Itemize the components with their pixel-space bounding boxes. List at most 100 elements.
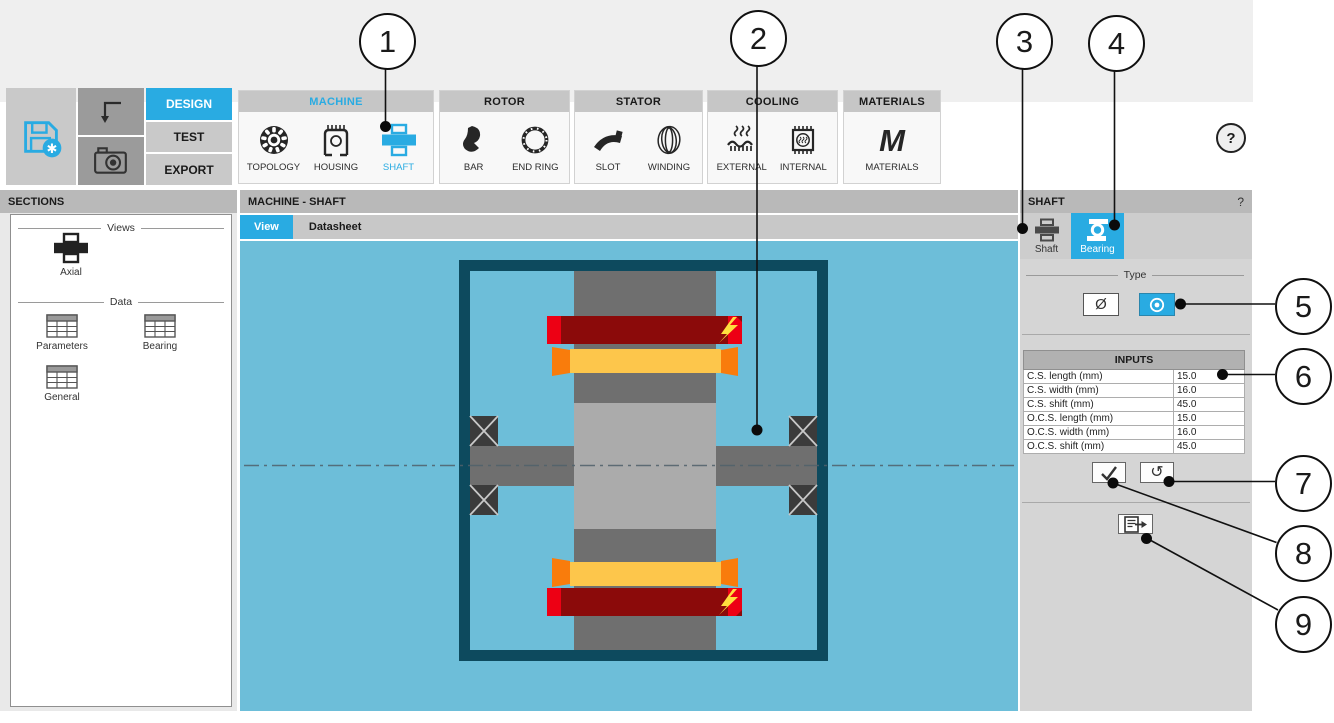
save-button[interactable]: ✱ bbox=[6, 88, 76, 185]
shaft-panel-title: SHAFT bbox=[1028, 196, 1065, 208]
shaft-tab-icon bbox=[1034, 218, 1060, 242]
input-value[interactable]: 16.0 bbox=[1174, 384, 1245, 398]
callout-5: 5 bbox=[1275, 278, 1332, 335]
undo-button[interactable] bbox=[78, 88, 144, 135]
tab-bearing-properties[interactable]: Bearing bbox=[1071, 213, 1124, 259]
shaft-panel-header: SHAFT ? bbox=[1020, 190, 1252, 213]
data-group-divider: Data bbox=[18, 296, 224, 308]
ribbon-item-housing[interactable]: HOUSING bbox=[308, 122, 364, 173]
shaft-panel: Shaft Bearing Type Ø I bbox=[1020, 213, 1252, 711]
slot-icon bbox=[591, 123, 625, 157]
ribbon-item-label: SLOT bbox=[596, 162, 621, 173]
table-icon bbox=[144, 314, 176, 338]
axial-view-icon bbox=[52, 232, 90, 264]
input-label: O.C.S. length (mm) bbox=[1024, 412, 1174, 426]
group-title-machine: MACHINE bbox=[239, 91, 433, 112]
sections-panel-title: SECTIONS bbox=[8, 196, 64, 208]
bearing-tab-icon bbox=[1085, 218, 1110, 242]
divider bbox=[1022, 334, 1250, 335]
reset-button[interactable]: ↺ bbox=[1140, 462, 1174, 483]
tab-shaft-properties[interactable]: Shaft bbox=[1022, 213, 1071, 259]
callout-2: 2 bbox=[730, 10, 787, 67]
sidebar-item-axial-view[interactable]: Axial bbox=[31, 232, 111, 278]
camera-button[interactable] bbox=[78, 137, 144, 185]
undo-icon bbox=[96, 97, 126, 127]
ribbon-group-machine: MACHINE bbox=[238, 90, 434, 184]
bearing-type-ball-button[interactable] bbox=[1139, 293, 1175, 316]
input-value[interactable]: 45.0 bbox=[1174, 398, 1245, 412]
ribbon-item-bar[interactable]: BAR bbox=[446, 122, 502, 173]
divider bbox=[1022, 502, 1250, 503]
input-value[interactable]: 45.0 bbox=[1174, 440, 1245, 454]
table-row: O.C.S. length (mm)15.0 bbox=[1024, 412, 1245, 426]
machine-axial-view-drawing bbox=[240, 241, 1018, 711]
tab-datasheet[interactable]: Datasheet bbox=[295, 215, 376, 239]
export-datasheet-button[interactable] bbox=[1118, 514, 1153, 534]
input-label: C.S. length (mm) bbox=[1024, 370, 1174, 384]
camera-icon bbox=[93, 145, 129, 177]
callout-4: 4 bbox=[1088, 15, 1145, 72]
panel-help-icon[interactable]: ? bbox=[1237, 195, 1244, 209]
end-ring-icon bbox=[518, 123, 552, 157]
input-value[interactable]: 15.0 bbox=[1174, 370, 1245, 384]
svg-text:✱: ✱ bbox=[46, 140, 57, 155]
general-data-label: General bbox=[44, 392, 80, 403]
ribbon-item-label: BAR bbox=[464, 162, 484, 173]
ribbon-item-topology[interactable]: TOPOLOGY bbox=[246, 122, 302, 173]
ribbon-group-materials: MATERIALS M MATERIALS bbox=[843, 90, 941, 184]
materials-icon: M bbox=[874, 123, 910, 157]
ribbon-item-internal-cooling[interactable]: INTERNAL bbox=[775, 122, 831, 173]
table-icon bbox=[46, 314, 78, 338]
ribbon-item-slot[interactable]: SLOT bbox=[580, 122, 636, 173]
ribbon-item-shaft[interactable]: SHAFT bbox=[371, 122, 427, 173]
views-group-label: Views bbox=[107, 222, 135, 234]
input-value[interactable]: 16.0 bbox=[1174, 426, 1245, 440]
callout-9: 9 bbox=[1275, 596, 1332, 653]
inputs-table: INPUTS C.S. length (mm)15.0 C.S. width (… bbox=[1023, 350, 1245, 454]
reset-icon: ↺ bbox=[1150, 465, 1163, 481]
ribbon-item-external-cooling[interactable]: EXTERNAL bbox=[714, 122, 770, 173]
main-tab-bar: View Datasheet bbox=[240, 215, 1018, 239]
winding-icon bbox=[652, 123, 686, 157]
group-title-cooling: COOLING bbox=[708, 91, 837, 112]
main-panel-header: MACHINE - SHAFT bbox=[240, 190, 1018, 213]
test-mode-button[interactable]: TEST bbox=[146, 122, 232, 152]
input-value[interactable]: 15.0 bbox=[1174, 412, 1245, 426]
sidebar-item-bearing-data[interactable]: Bearing bbox=[120, 314, 200, 352]
group-title-stator: STATOR bbox=[575, 91, 702, 112]
bottom-end-ring bbox=[552, 558, 738, 587]
input-label: O.C.S. shift (mm) bbox=[1024, 440, 1174, 454]
tab-view[interactable]: View bbox=[240, 215, 293, 239]
bearing-data-label: Bearing bbox=[143, 341, 177, 352]
machine-view-canvas[interactable] bbox=[240, 241, 1018, 711]
tab-label: Shaft bbox=[1035, 244, 1058, 255]
table-row: O.C.S. width (mm)16.0 bbox=[1024, 426, 1245, 440]
ribbon-item-label: EXTERNAL bbox=[717, 162, 767, 173]
sidebar-item-general-data[interactable]: General bbox=[22, 365, 102, 403]
checkmark-icon bbox=[1099, 464, 1119, 482]
design-mode-button[interactable]: DESIGN bbox=[146, 88, 232, 120]
axial-label: Axial bbox=[60, 267, 82, 278]
callout-6: 6 bbox=[1275, 348, 1332, 405]
callout-1: 1 bbox=[359, 13, 416, 70]
ribbon-toolbar bbox=[0, 0, 1253, 102]
ribbon-item-label: TOPOLOGY bbox=[247, 162, 300, 173]
ribbon-item-end-ring[interactable]: END RING bbox=[507, 122, 563, 173]
bar-icon bbox=[457, 123, 491, 157]
help-button[interactable]: ? bbox=[1216, 123, 1246, 153]
group-title-rotor: ROTOR bbox=[440, 91, 569, 112]
bearing-type-none-button[interactable]: Ø bbox=[1083, 293, 1119, 316]
export-mode-button[interactable]: EXPORT bbox=[146, 154, 232, 185]
save-icon: ✱ bbox=[19, 115, 63, 159]
table-row: C.S. shift (mm)45.0 bbox=[1024, 398, 1245, 412]
svg-text:M: M bbox=[879, 123, 906, 157]
export-datasheet-icon bbox=[1124, 516, 1148, 533]
ribbon-item-winding[interactable]: WINDING bbox=[641, 122, 697, 173]
sidebar-item-parameters[interactable]: Parameters bbox=[22, 314, 102, 352]
help-icon: ? bbox=[1226, 130, 1235, 147]
apply-button[interactable] bbox=[1092, 462, 1126, 483]
ribbon-item-materials[interactable]: M MATERIALS bbox=[864, 122, 920, 173]
housing-icon bbox=[319, 122, 353, 158]
shaft-panel-tabstrip: Shaft Bearing bbox=[1020, 213, 1252, 259]
bearing-type-icon bbox=[1148, 296, 1166, 314]
